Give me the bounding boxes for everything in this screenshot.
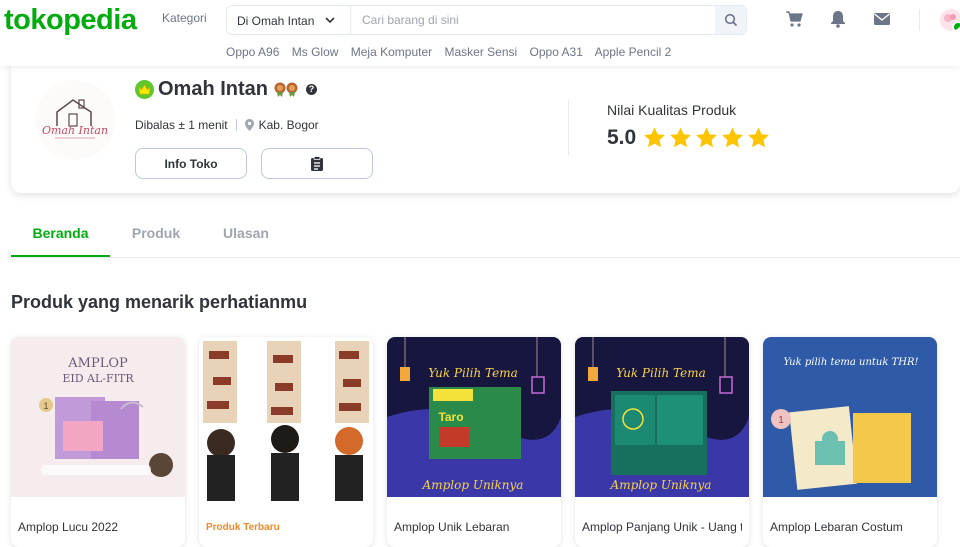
keyword-link[interactable]: Meja Komputer <box>351 45 432 59</box>
shop-badge-dot <box>952 21 960 31</box>
search-button[interactable] <box>715 6 746 34</box>
medal-icon <box>274 82 298 97</box>
image-text: AMPLOP <box>67 356 128 371</box>
popular-keywords: Oppo A96 Ms Glow Meja Komputer Masker Se… <box>226 45 680 59</box>
product-image <box>199 337 373 517</box>
shop-logo: Omah Intan <box>35 80 115 160</box>
svg-text:1: 1 <box>43 401 48 411</box>
user-avatar[interactable] <box>940 9 960 31</box>
bell-icon[interactable] <box>828 9 848 29</box>
keyword-link[interactable]: Oppo A31 <box>530 45 583 59</box>
shop-notes-button[interactable] <box>261 148 373 179</box>
section-title: Produk yang menarik perhatianmu <box>11 292 308 312</box>
star-icon <box>696 127 718 148</box>
star-icon <box>644 127 666 148</box>
rating-stars <box>642 126 771 150</box>
image-text: Amplop Uniknya <box>610 478 712 492</box>
star-icon <box>670 127 692 148</box>
svg-text:1: 1 <box>778 415 784 426</box>
shop-info-card: Omah Intan Omah Intan ? Dibalas ± 1 meni… <box>11 60 960 193</box>
image-text: Yuk Pilih Tema <box>428 366 518 380</box>
card-divider <box>568 100 569 155</box>
tab-beranda[interactable]: Beranda <box>11 215 110 257</box>
image-text: Yuk Pilih Tema <box>616 366 706 380</box>
location-pin-icon <box>244 119 254 131</box>
mail-icon[interactable] <box>872 9 892 29</box>
product-name: Amplop Panjang Unik - Uang t <box>582 520 742 534</box>
image-text: EID AL-FITR <box>62 372 134 385</box>
shop-tabs: Beranda Produk Ulasan <box>11 215 960 258</box>
cart-icon[interactable] <box>784 9 804 29</box>
shop-name: Omah Intan <box>158 77 269 100</box>
shop-logo-image: Omah Intan <box>35 80 115 160</box>
help-icon[interactable]: ? <box>306 83 318 95</box>
product-card[interactable]: Yuk Pilih Tema Amplop Uniknya Amplop Pan… <box>575 337 749 547</box>
quality-score: 5.0 <box>607 126 637 149</box>
product-name: Amplop Lucu 2022 <box>18 520 119 534</box>
header-divider <box>919 9 920 31</box>
shop-meta: Dibalas ± 1 menit Kab. Bogor <box>135 118 319 132</box>
star-icon <box>722 127 744 148</box>
search-icon <box>724 13 737 27</box>
product-card[interactable]: Yuk Pilih Tema Taro Amplop Uniknya Amplo… <box>387 337 561 547</box>
product-name: Amplop Lebaran Costum <box>770 520 903 534</box>
product-image: Yuk Pilih Tema Amplop Uniknya <box>575 337 749 497</box>
keyword-link[interactable]: Ms Glow <box>292 45 339 59</box>
product-card[interactable]: AMPLOP EID AL-FITR 1 Amplop Lucu 2022 <box>11 337 185 547</box>
clipboard-icon <box>311 155 323 171</box>
keyword-link[interactable]: Apple Pencil 2 <box>595 45 672 59</box>
chevron-down-icon <box>325 17 335 24</box>
product-image: Yuk Pilih Tema Taro Amplop Uniknya <box>387 337 561 497</box>
response-time: Dibalas ± 1 menit <box>135 118 228 132</box>
product-name: Amplop Unik Lebaran <box>394 520 510 534</box>
product-image: AMPLOP EID AL-FITR 1 <box>11 337 185 497</box>
tab-ulasan[interactable]: Ulasan <box>202 215 290 257</box>
search-input[interactable] <box>352 6 717 34</box>
search-scope-dropdown[interactable]: Di Omah Intan <box>227 6 351 34</box>
product-image: Yuk pilih tema untuk THR! 1 <box>763 337 937 497</box>
meta-separator <box>235 119 237 131</box>
kategori-menu[interactable]: Kategori <box>162 11 207 25</box>
image-text: Yuk pilih tema untuk THR! <box>783 357 918 368</box>
product-card[interactable]: Produk Terbaru <box>199 337 373 547</box>
product-card[interactable]: Yuk pilih tema untuk THR! 1 Amplop Lebar… <box>763 337 937 547</box>
tokopedia-logo[interactable]: tokopedia <box>4 4 137 37</box>
tab-produk[interactable]: Produk <box>110 215 202 257</box>
shop-location: Kab. Bogor <box>258 118 319 132</box>
new-product-tag: Produk Terbaru <box>206 522 280 533</box>
image-text: Amplop Uniknya <box>422 478 524 492</box>
shop-logo-text: Omah Intan <box>42 124 108 137</box>
power-merchant-badge-icon <box>135 79 154 99</box>
star-icon <box>748 127 770 148</box>
quality-label: Nilai Kualitas Produk <box>607 102 737 118</box>
search-scope-label: Di Omah Intan <box>237 14 315 28</box>
keyword-link[interactable]: Oppo A96 <box>226 45 279 59</box>
quality-rating: 5.0 <box>607 126 771 150</box>
top-header: tokopedia Kategori Di Omah Intan Cari ba… <box>0 0 960 66</box>
info-toko-button[interactable]: Info Toko <box>135 148 247 179</box>
image-text: Taro <box>438 410 463 424</box>
shop-name-row: Omah Intan ? <box>135 77 318 101</box>
keyword-link[interactable]: Masker Sensi <box>444 45 517 59</box>
search-bar: Di Omah Intan <box>226 5 747 35</box>
